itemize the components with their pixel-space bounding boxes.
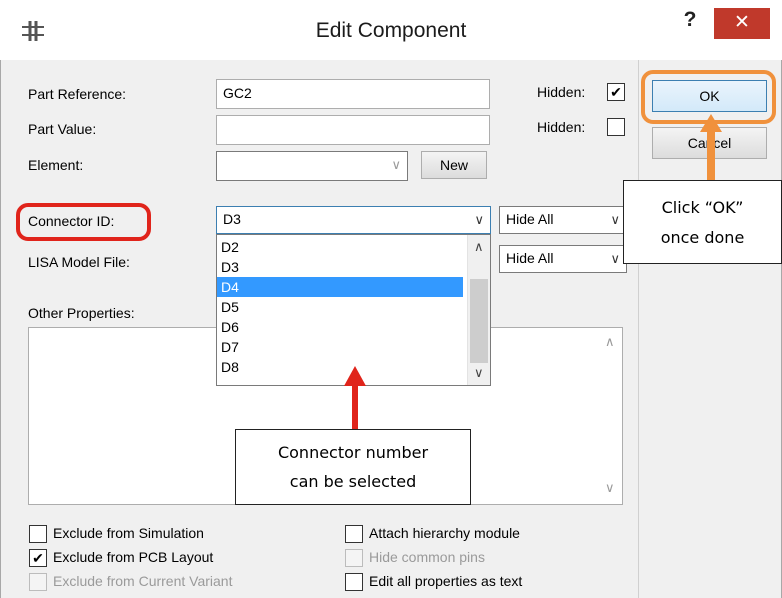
element-dropdown[interactable]: ∨ [216, 151, 408, 181]
part-reference-hidden-checkbox[interactable]: ✔ [607, 83, 625, 101]
window-title: Edit Component [315, 19, 467, 42]
chevron-down-icon: ∨ [610, 251, 620, 266]
edit-as-text-checkbox[interactable] [345, 573, 363, 591]
ok-button[interactable]: OK [652, 80, 767, 112]
scroll-up-icon: ∧ [605, 334, 615, 349]
exclude-simulation-label: Exclude from Simulation [53, 525, 204, 541]
list-item[interactable]: D7 [217, 337, 463, 357]
scroll-down-icon[interactable]: ∨ [474, 365, 484, 381]
exclude-variant-label: Exclude from Current Variant [53, 573, 233, 589]
attach-hierarchy-checkbox[interactable] [345, 525, 363, 543]
part-value-label: Part Value: [28, 121, 97, 137]
list-item[interactable]: D6 [217, 317, 463, 337]
ok-annotation-box: Click “OK” once done [623, 180, 782, 264]
part-reference-label: Part Reference: [28, 86, 127, 102]
chevron-down-icon: ∨ [474, 212, 484, 227]
other-properties-label: Other Properties: [28, 305, 135, 321]
connector-id-visibility-dropdown[interactable]: Hide All ∨ [499, 206, 627, 234]
exclude-pcb-label: Exclude from PCB Layout [53, 549, 214, 565]
chevron-down-icon: ∨ [610, 212, 620, 227]
help-button[interactable]: ? [676, 8, 704, 32]
list-item[interactable]: D3 [217, 257, 463, 277]
part-reference-input[interactable]: GC2 [216, 79, 490, 109]
exclude-variant-checkbox[interactable] [29, 573, 47, 591]
list-item[interactable]: D2 [217, 237, 463, 257]
lisa-model-visibility-dropdown[interactable]: Hide All ∨ [499, 245, 627, 273]
listbox-scrollbar[interactable]: ∧ ∨ [467, 235, 490, 385]
attach-hierarchy-label: Attach hierarchy module [369, 525, 520, 541]
close-button[interactable]: ✕ [714, 8, 770, 39]
checkmark-icon: ✔ [32, 550, 44, 566]
connector-annotation-line1: Connector number [277, 443, 429, 462]
connector-id-dropdown[interactable]: D3 ∨ [216, 206, 491, 234]
edit-as-text-label: Edit all properties as text [369, 573, 523, 589]
new-element-button[interactable]: New [421, 151, 487, 179]
element-label: Element: [28, 157, 84, 173]
hide-common-pins-label: Hide common pins [369, 549, 485, 565]
exclude-pcb-checkbox[interactable]: ✔ [29, 549, 47, 567]
scroll-down-icon: ∨ [605, 480, 615, 495]
ok-annotation-line2: once done [660, 228, 745, 247]
exclude-simulation-checkbox[interactable] [29, 525, 47, 543]
chevron-down-icon: ∨ [391, 157, 401, 172]
connector-annotation-line2: can be selected [289, 472, 417, 491]
other-properties-scrollbar[interactable]: ∧ ∨ [600, 328, 622, 504]
lisa-model-label: LISA Model File: [28, 254, 130, 270]
part-value-hidden-label: Hidden: [537, 119, 586, 135]
scroll-up-icon[interactable]: ∧ [474, 239, 484, 255]
part-value-hidden-checkbox[interactable] [607, 118, 625, 136]
connector-annotation-arrow [344, 366, 366, 434]
ok-annotation-line1: Click “OK” [661, 198, 744, 217]
connector-annotation-box: Connector number can be selected [235, 429, 471, 505]
checkmark-icon: ✔ [610, 84, 622, 100]
scroll-thumb[interactable] [470, 279, 488, 363]
connector-id-label: Connector ID: [28, 213, 115, 229]
part-reference-hidden-label: Hidden: [537, 84, 586, 100]
hide-common-pins-checkbox[interactable] [345, 549, 363, 567]
ok-annotation-arrow [700, 114, 722, 182]
part-value-input[interactable] [216, 115, 490, 145]
list-item-selected[interactable]: D4 [217, 277, 463, 297]
list-item[interactable]: D5 [217, 297, 463, 317]
divider [638, 60, 639, 598]
